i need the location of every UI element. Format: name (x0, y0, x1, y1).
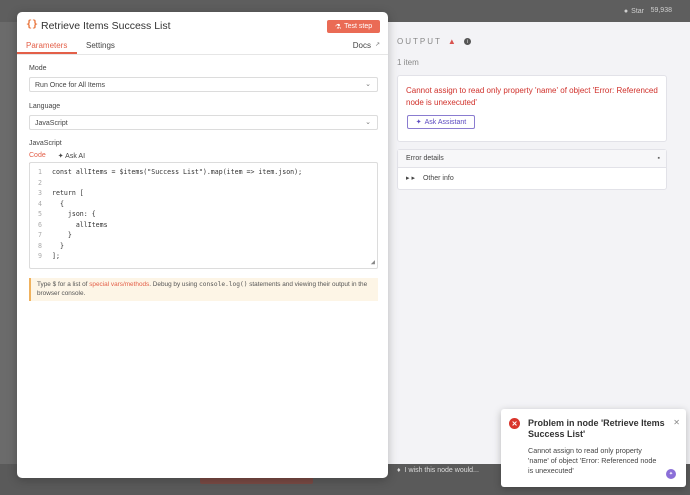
info-icon[interactable]: i (463, 38, 471, 45)
code-line: 1 const allItems = $items("Success List"… (30, 168, 377, 179)
error-toast: ✕ Problem in node 'Retrieve Items Succes… (501, 409, 686, 487)
line-number: 4 (38, 199, 42, 208)
code-text: return [ (52, 189, 84, 197)
github-icon: ● (623, 7, 629, 15)
code-text: } (52, 231, 72, 239)
ask-assistant-label: Ask Assistant (424, 118, 467, 126)
test-step-label: Test step (344, 23, 373, 30)
error-details-title: Error details (406, 155, 444, 162)
error-icon: ✕ (509, 418, 520, 429)
error-details-header: Error details ▪ (398, 150, 666, 168)
other-info-label: Other info (422, 174, 454, 182)
output-title: OUTPUT (397, 37, 442, 46)
tabs-divider (17, 54, 388, 55)
toast-body: Cannot assign to read only property 'nam… (528, 446, 657, 475)
output-pane: OUTPUT ▲ i 1 item Cannot assign to read … (388, 22, 690, 464)
caret-right-icon: ▸ ▸ (406, 175, 415, 182)
test-step-button[interactable]: ⚗ Test step (327, 20, 380, 33)
hint-middle: . Debug by using (149, 281, 199, 288)
item-count: 1 item (397, 58, 419, 67)
warning-icon: ▲ (447, 37, 458, 46)
special-vars-link[interactable]: special vars/methods (89, 281, 149, 288)
javascript-label: JavaScript (29, 140, 62, 147)
mode-label: Mode (29, 65, 47, 72)
line-number: 5 (38, 210, 42, 218)
sparkle-icon: ✦ (415, 119, 422, 126)
code-node-icon: {} (26, 19, 39, 30)
code-text: allItems (52, 220, 108, 229)
star-label: Star (631, 7, 644, 15)
line-number: 3 (38, 189, 42, 197)
chevron-down-icon: ⌄ (365, 81, 371, 88)
line-number: 8 (38, 241, 42, 250)
line-number: 2 (38, 178, 42, 187)
star-count: 59,938 (650, 7, 672, 14)
hint-code: console.log() (199, 281, 248, 288)
code-line: 5 json: { (30, 210, 377, 221)
other-info-toggle[interactable]: ▸ ▸ Other info (406, 174, 454, 183)
code-line: 3 return [ (30, 189, 377, 200)
code-hint: Type $ for a list of special vars/method… (29, 278, 378, 301)
panel-header: {} Retrieve Items Success List ⚗ Test st… (17, 12, 388, 40)
external-link-icon: ↗ (374, 42, 380, 48)
line-number: 9 (38, 252, 42, 260)
language-value: JavaScript (35, 119, 68, 127)
output-header: OUTPUT ▲ i (397, 37, 471, 46)
language-select[interactable]: JavaScript ⌄ (29, 115, 378, 130)
chevron-down-icon: ⌄ (365, 119, 371, 126)
copy-icon[interactable]: ▪ (658, 155, 660, 162)
tab-parameters[interactable]: Parameters (26, 41, 67, 50)
code-line: 2 (30, 179, 377, 190)
mode-value: Run Once for All Items (35, 81, 106, 89)
toast-title: Problem in node 'Retrieve Items Success … (528, 418, 665, 439)
mode-select[interactable]: Run Once for All Items ⌄ (29, 77, 378, 92)
code-line: 8 } (30, 242, 377, 253)
error-message: Cannot assign to read only property 'nam… (406, 86, 658, 107)
code-line: 9 ]; (30, 252, 377, 263)
node-panel: {} Retrieve Items Success List ⚗ Test st… (17, 12, 388, 478)
tab-settings[interactable]: Settings (86, 41, 115, 50)
lightbulb-icon: ♦ (397, 467, 401, 474)
line-number: 7 (38, 231, 42, 239)
ask-ai-label: Ask AI (65, 153, 86, 160)
error-card: Cannot assign to read only property 'nam… (397, 75, 667, 142)
panel-tabs: Parameters Settings Docs ↗ (17, 40, 388, 55)
assistant-badge-icon[interactable]: ✦ (666, 469, 676, 479)
code-text: ]; (52, 252, 60, 260)
feedback-text: I wish this node would... (404, 467, 479, 474)
code-text: { (52, 199, 64, 208)
error-details-card: Error details ▪ ▸ ▸ Other info (397, 149, 667, 190)
code-text: const allItems = $items("Success List").… (52, 168, 303, 176)
language-label: Language (29, 103, 61, 110)
code-line: 6 allItems (30, 221, 377, 232)
resize-handle-icon[interactable]: ◢ (371, 258, 375, 266)
code-line: 4 { (30, 200, 377, 211)
line-number: 1 (38, 168, 42, 176)
hint-prefix: Type $ for a list of (37, 281, 90, 288)
close-icon[interactable]: ✕ (673, 418, 680, 427)
tab-docs[interactable]: Docs (353, 41, 371, 50)
flask-icon: ⚗ (334, 23, 342, 31)
feedback-link[interactable]: ♦ I wish this node would... (397, 467, 479, 474)
code-editor[interactable]: 1 const allItems = $items("Success List"… (29, 162, 378, 269)
code-line: 7 } (30, 231, 377, 242)
code-text: json: { (52, 210, 96, 218)
github-star-button[interactable]: ● Star (624, 4, 644, 18)
node-title[interactable]: Retrieve Items Success List (41, 20, 171, 32)
ask-assistant-button[interactable]: ✦ Ask Assistant (407, 115, 475, 129)
line-number: 6 (38, 220, 42, 229)
code-text: } (52, 241, 64, 250)
